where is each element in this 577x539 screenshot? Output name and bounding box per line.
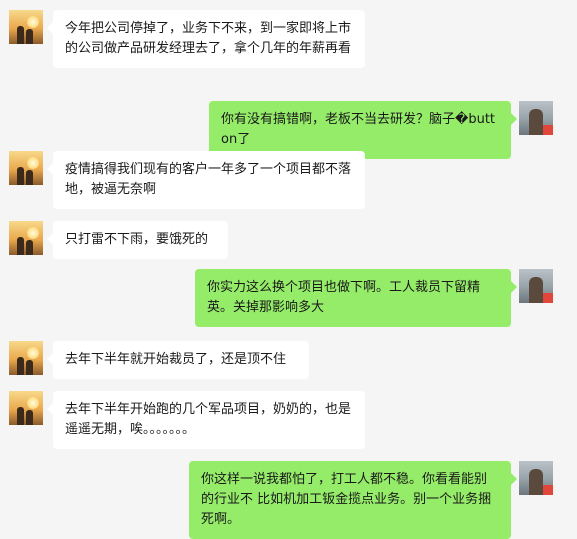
sun-icon — [27, 347, 39, 359]
person-silhouette-icon — [17, 407, 24, 425]
person-silhouette-icon — [26, 170, 33, 185]
person-photo-icon — [529, 469, 543, 495]
incoming-message-bubble[interactable]: 只打雷不下雨，要饿死的 — [47, 221, 228, 259]
person-silhouette-icon — [26, 410, 33, 425]
chat-area: 今年把公司停掉了，业务下不来，到一家即将上市的公司做产品研发经理去了，拿个几年的… — [0, 0, 577, 539]
sun-icon — [27, 157, 39, 169]
person-silhouette-icon — [26, 360, 33, 375]
message-text: 你这样一说我都怕了，打工人都不稳。你看看能别的行业不 比如机加工钣金揽点业务。别… — [201, 472, 492, 527]
incoming-message-bubble[interactable]: 去年下半年开始跑的几个军品项目，奶奶的，也是遥遥无期，唉。。。。。。。 — [47, 391, 365, 449]
flag-badge-icon — [543, 293, 553, 303]
contact-avatar[interactable] — [9, 341, 43, 375]
contact-avatar[interactable] — [9, 391, 43, 425]
message-text: 只打雷不下雨，要饿死的 — [65, 232, 209, 247]
sun-icon — [27, 16, 39, 28]
person-photo-icon — [529, 109, 543, 135]
message-text: 你有没有搞错啊，老板不当去研发？脑子�button了 — [221, 112, 496, 147]
sun-icon — [27, 227, 39, 239]
outgoing-message-bubble[interactable]: 你实力这么换个项目也做下啊。工人裁员下留精英。关掉那影响多大 — [195, 269, 517, 327]
message-text: 疫情搞得我们现有的客户一年多了一个项目都不落地，被逼无奈啊 — [65, 162, 352, 197]
message-text: 去年下半年就开始裁员了，还是顶不住 — [65, 352, 287, 367]
person-silhouette-icon — [17, 167, 24, 185]
flag-badge-icon — [543, 125, 553, 135]
contact-avatar[interactable] — [9, 221, 43, 255]
outgoing-message-bubble[interactable]: 你这样一说我都怕了，打工人都不稳。你看看能别的行业不 比如机加工钣金揽点业务。别… — [189, 461, 517, 539]
self-avatar[interactable] — [519, 101, 553, 135]
contact-avatar[interactable] — [9, 10, 43, 44]
self-avatar[interactable] — [519, 269, 553, 303]
person-silhouette-icon — [17, 26, 24, 44]
incoming-message-bubble[interactable]: 疫情搞得我们现有的客户一年多了一个项目都不落地，被逼无奈啊 — [47, 151, 365, 209]
incoming-message-bubble[interactable]: 去年下半年就开始裁员了，还是顶不住 — [47, 341, 309, 379]
contact-avatar[interactable] — [9, 151, 43, 185]
person-silhouette-icon — [17, 357, 24, 375]
sun-icon — [27, 397, 39, 409]
person-silhouette-icon — [26, 29, 33, 44]
message-text: 你实力这么换个项目也做下啊。工人裁员下留精英。关掉那影响多大 — [207, 280, 481, 315]
self-avatar[interactable] — [519, 461, 553, 495]
message-text: 去年下半年开始跑的几个军品项目，奶奶的，也是遥遥无期，唉。。。。。。。 — [65, 402, 352, 437]
flag-badge-icon — [543, 485, 553, 495]
person-silhouette-icon — [17, 237, 24, 255]
incoming-message-bubble[interactable]: 今年把公司停掉了，业务下不来，到一家即将上市的公司做产品研发经理去了，拿个几年的… — [47, 10, 365, 68]
person-silhouette-icon — [26, 240, 33, 255]
message-text: 今年把公司停掉了，业务下不来，到一家即将上市的公司做产品研发经理去了，拿个几年的… — [65, 21, 352, 56]
person-photo-icon — [529, 277, 543, 303]
